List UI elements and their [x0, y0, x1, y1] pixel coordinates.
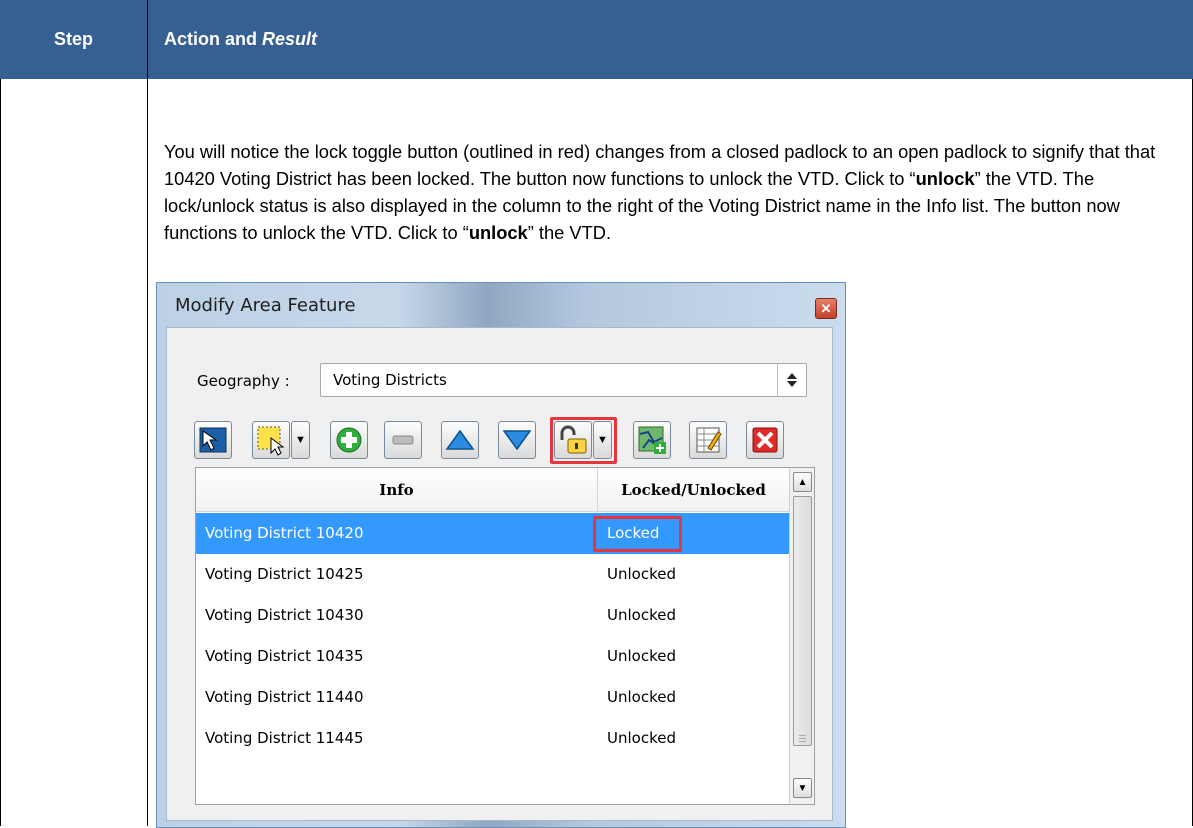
- chevron-down-icon: ▼: [295, 434, 306, 446]
- voting-district-name: Voting District 10425: [205, 565, 364, 583]
- delete-button[interactable]: [746, 421, 784, 459]
- remove-icon: [392, 435, 414, 445]
- scroll-up-button[interactable]: ▲: [793, 472, 812, 492]
- list-header: Info Locked/Unlocked: [196, 468, 789, 512]
- voting-district-name: Voting District 11445: [205, 729, 364, 747]
- add-icon: [336, 427, 362, 453]
- close-button[interactable]: ✕: [815, 298, 837, 319]
- rectangle-select-icon: [257, 426, 285, 456]
- lock-status: Unlocked: [607, 565, 676, 583]
- list-row[interactable]: Voting District 10435 Unlocked: [196, 636, 789, 677]
- add-to-map-button[interactable]: [633, 421, 671, 459]
- modify-area-feature-dialog: Modify Area Feature ✕ Geography : Voting…: [156, 282, 846, 828]
- geography-select[interactable]: Voting Districts: [320, 363, 807, 397]
- chevron-up-icon: ▲: [797, 476, 808, 488]
- remove-button[interactable]: [384, 421, 422, 459]
- spinner-arrows-icon: [777, 364, 806, 396]
- geography-value: Voting Districts: [333, 371, 447, 389]
- header-step: Step: [53, 29, 93, 49]
- move-down-button[interactable]: [498, 421, 536, 459]
- move-down-icon: [502, 430, 532, 451]
- header-action: Action and Result: [164, 0, 317, 79]
- voting-district-name: Voting District 10435: [205, 647, 364, 665]
- table-left-border: [0, 79, 1, 826]
- voting-district-name: Voting District 11440: [205, 688, 364, 706]
- delete-icon: [752, 427, 778, 453]
- lock-toggle-highlight: [550, 417, 617, 464]
- lock-status: Unlocked: [607, 688, 676, 706]
- select-feature-icon: [199, 427, 227, 453]
- header-result-text: Result: [262, 29, 318, 49]
- list-row[interactable]: Voting District 10425 Unlocked: [196, 554, 789, 595]
- list-scrollbar[interactable]: ▲ ▼: [789, 468, 814, 804]
- column-divider: [147, 0, 148, 826]
- header-action-text: Action and: [164, 29, 257, 49]
- lock-status: Unlocked: [607, 606, 676, 624]
- dialog-title: Modify Area Feature: [175, 295, 356, 316]
- move-up-icon: [445, 429, 475, 450]
- table-header: Step Action and Result: [0, 0, 1193, 79]
- locked-status-highlight: [593, 516, 682, 552]
- list-row[interactable]: Voting District 10430 Unlocked: [196, 595, 789, 636]
- dialog-body: Geography : Voting Districts ▼ ▼ Info Lo…: [166, 327, 833, 821]
- lock-status: Unlocked: [607, 647, 676, 665]
- info-list[interactable]: Info Locked/Unlocked Voting District 104…: [195, 467, 815, 805]
- chevron-down-icon: ▼: [797, 782, 808, 794]
- dialog-titlebar[interactable]: Modify Area Feature ✕: [157, 283, 845, 327]
- list-row[interactable]: Voting District 11440 Unlocked: [196, 677, 789, 718]
- edit-table-icon: [696, 427, 722, 453]
- map-add-icon: [638, 426, 666, 454]
- rectangle-select-dropdown[interactable]: ▼: [291, 421, 310, 459]
- column-header-locked[interactable]: Locked/Unlocked: [598, 468, 789, 511]
- close-icon: ✕: [820, 300, 832, 316]
- voting-district-name: Voting District 10420: [205, 524, 364, 542]
- move-up-button[interactable]: [441, 421, 479, 459]
- list-row[interactable]: Voting District 11445 Unlocked: [196, 718, 789, 759]
- column-header-info[interactable]: Info: [196, 468, 598, 511]
- geography-label: Geography :: [197, 372, 290, 390]
- voting-district-name: Voting District 10430: [205, 606, 364, 624]
- select-feature-button[interactable]: [194, 421, 232, 459]
- rectangle-select-button[interactable]: [252, 421, 290, 459]
- scroll-thumb[interactable]: [793, 496, 812, 746]
- add-button[interactable]: [330, 421, 368, 459]
- edit-table-button[interactable]: [689, 421, 727, 459]
- scroll-down-button[interactable]: ▼: [793, 778, 812, 798]
- instruction-paragraph: You will notice the lock toggle button (…: [164, 141, 1156, 243]
- lock-status: Unlocked: [607, 729, 676, 747]
- list-row[interactable]: Voting District 10420 Locked: [196, 513, 789, 554]
